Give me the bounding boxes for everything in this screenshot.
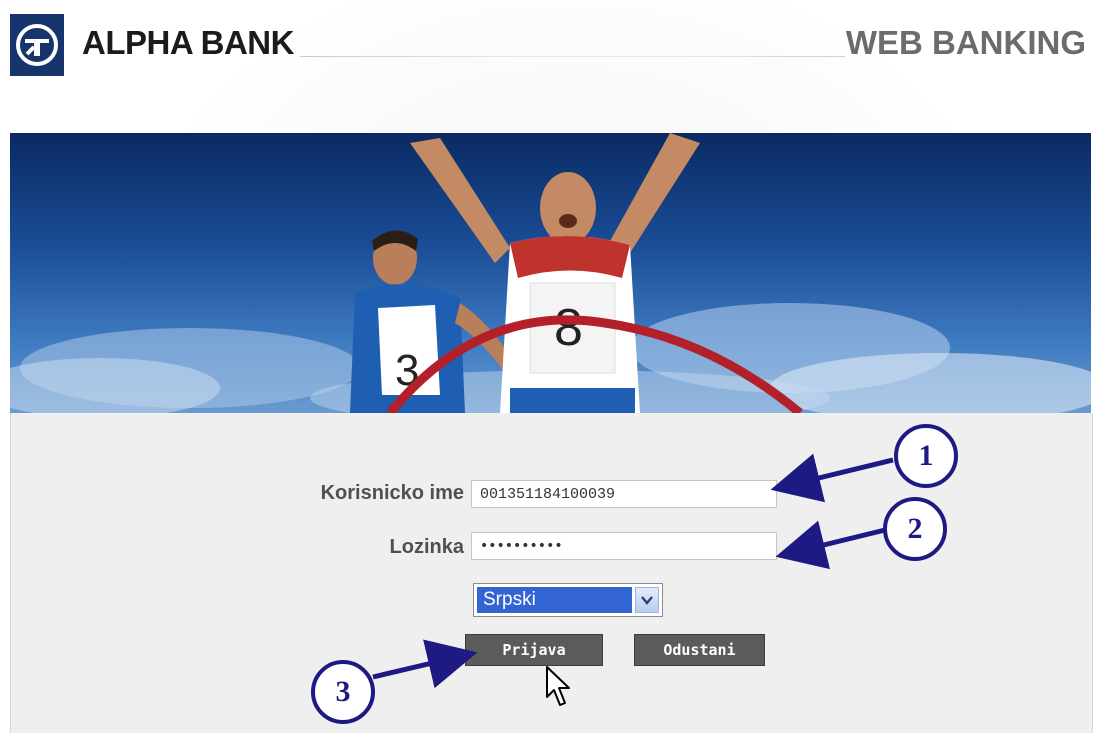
callout-step-2: 2 — [883, 497, 947, 561]
header: ALPHA BANK WEB BANKING — [0, 0, 1096, 90]
alpha-logo-icon — [10, 14, 64, 76]
cancel-button[interactable]: Odustani — [634, 634, 765, 666]
hero-illustration: 3 8 — [10, 133, 1091, 413]
mouse-pointer-icon — [546, 666, 570, 706]
password-label: Lozinka — [389, 536, 464, 558]
callout-step-3: 3 — [311, 660, 375, 724]
callout-step-1: 1 — [894, 424, 958, 488]
username-input[interactable] — [471, 480, 777, 508]
bank-name: ALPHA BANK — [82, 24, 294, 61]
language-select[interactable]: Srpski — [473, 583, 663, 617]
password-input[interactable] — [471, 532, 777, 560]
hero-banner: 3 8 — [10, 133, 1091, 413]
bib-number-right: 8 — [554, 299, 583, 357]
product-title: WEB BANKING — [845, 24, 1086, 61]
header-divider — [300, 56, 845, 57]
login-button[interactable]: Prijava — [465, 634, 603, 666]
language-select-value: Srpski — [477, 587, 632, 613]
chevron-down-icon[interactable] — [635, 587, 659, 613]
username-label: Korisnicko ime — [320, 482, 464, 504]
